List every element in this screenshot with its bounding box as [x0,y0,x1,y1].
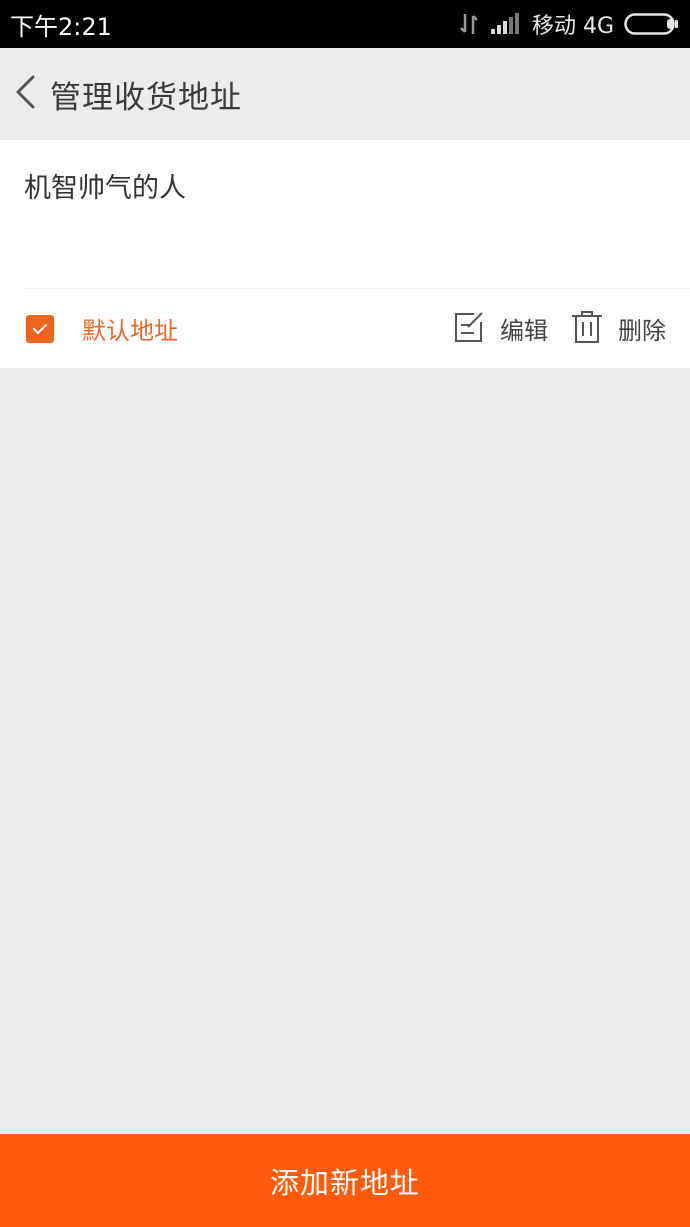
delete-label: 删除 [618,317,666,345]
battery-icon [624,12,680,36]
back-button[interactable] [4,64,46,124]
status-bar: 下午2:21 移动 4G [0,0,690,48]
data-transfer-icon [458,12,480,36]
nav-bar: 管理收货地址 [0,48,690,140]
edit-label: 编辑 [500,317,548,345]
chevron-left-icon [13,74,37,114]
status-carrier: 移动 4G [531,14,614,39]
edit-button[interactable]: 编辑 [452,310,548,348]
trash-icon [570,309,604,349]
signal-icon [490,13,522,35]
address-card[interactable]: 机智帅气的人 默认地址 编辑 删除 [0,140,690,368]
status-time: 下午2:21 [10,12,112,41]
add-address-label: 添加新地址 [269,1165,420,1200]
status-indicators: 移动 4G [458,8,680,40]
default-checkbox[interactable] [26,314,54,343]
edit-icon [452,310,486,348]
page: 下午2:21 移动 4G 管理收货地址 机智帅气的人 默认地址 编辑 删除 添加… [0,0,690,1227]
delete-button[interactable]: 删除 [570,309,666,349]
page-title: 管理收货地址 [50,79,242,116]
default-address-toggle[interactable]: 默认地址 [26,311,178,346]
address-actions: 默认地址 编辑 删除 [0,289,690,368]
checkmark-icon [33,323,47,334]
action-group: 编辑 删除 [452,309,666,349]
default-address-label: 默认地址 [82,317,178,345]
recipient-name: 机智帅气的人 [24,173,186,204]
add-address-button[interactable]: 添加新地址 [0,1134,690,1227]
